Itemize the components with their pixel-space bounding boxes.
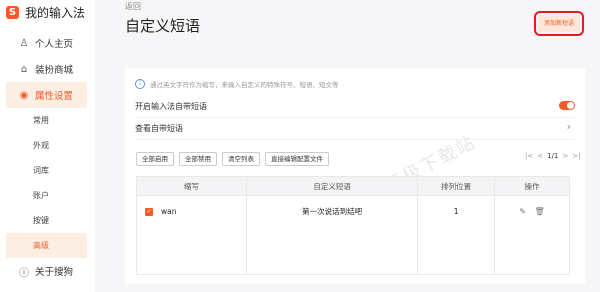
sidebar-subitem-account[interactable]: 账户 <box>0 183 95 208</box>
table-empty-area <box>135 226 571 275</box>
abbr-cell: ✓ wan <box>135 195 248 226</box>
action-buttons: 全部启用 全部禁用 清空列表 直接编辑配置文件 <box>136 152 329 166</box>
sidebar-item-store[interactable]: ⌂ 装扮商城 <box>0 56 95 82</box>
page-indicator: 1/1 <box>547 152 559 160</box>
sogou-logo-icon: S <box>6 6 19 19</box>
person-icon: ♙ <box>19 37 29 49</box>
sidebar: S 我的输入法 ♙ 个人主页 ⌂ 装扮商城 ◉ 属性设置 常用 外观 词库 账户… <box>0 0 95 292</box>
sidebar-item-label: 个人主页 <box>35 39 74 50</box>
sidebar-nav: ♙ 个人主页 ⌂ 装扮商城 ◉ 属性设置 常用 外观 词库 账户 按键 高级 ⓘ… <box>0 30 95 284</box>
hint-label: 通过英文字符作为缩写，来输入自定义的特殊符号、短语、短文等 <box>150 81 339 89</box>
phrase-cell: 第一次说话到结吧 <box>246 195 419 226</box>
column-header-position: 排列位置 <box>417 176 495 196</box>
sidebar-item-label: 关于搜狗 <box>35 267 74 278</box>
trash-icon[interactable]: 🗑 <box>534 207 544 216</box>
column-header-phrase: 自定义短语 <box>246 176 419 196</box>
add-phrase-button[interactable]: 添加新短语 <box>534 11 584 36</box>
enable-all-button[interactable]: 全部启用 <box>136 152 174 166</box>
info-icon: ⓘ <box>19 267 29 279</box>
sidebar-subitem-keys[interactable]: 按键 <box>0 208 95 233</box>
sidebar-item-label: 属性设置 <box>35 91 74 102</box>
brand: S 我的输入法 <box>6 4 85 21</box>
sidebar-subitem-dictionary[interactable]: 词库 <box>0 158 95 183</box>
sidebar-item-profile[interactable]: ♙ 个人主页 <box>0 30 95 56</box>
clear-list-button[interactable]: 清空列表 <box>222 152 260 166</box>
last-page-icon[interactable]: >| <box>572 152 580 160</box>
sidebar-subitem-common[interactable]: 常用 <box>0 108 95 133</box>
app-title: 我的输入法 <box>25 6 86 20</box>
disable-all-button[interactable]: 全部禁用 <box>179 152 217 166</box>
hint-text: i 通过英文字符作为缩写，来输入自定义的特殊符号、短语、短文等 <box>135 79 339 89</box>
enable-builtin-label: 开启输入法自带短语 <box>135 101 207 111</box>
prev-page-icon[interactable]: < <box>537 152 543 160</box>
main-content: 返回 自定义短语 添加新短语 i 通过英文字符作为缩写，来输入自定义的特殊符号、… <box>95 0 600 292</box>
enable-builtin-toggle[interactable] <box>559 101 575 110</box>
row-checkbox[interactable]: ✓ <box>145 207 153 216</box>
sidebar-subitem-advanced[interactable]: 高级 <box>6 233 87 258</box>
back-link[interactable]: 返回 <box>125 1 141 12</box>
shirt-icon: ⌂ <box>20 63 28 75</box>
edit-config-button[interactable]: 直接编辑配置文件 <box>265 152 329 166</box>
pager: |< < 1/1 > >| <box>525 152 580 160</box>
column-header-abbr: 缩写 <box>135 176 248 196</box>
page-title: 自定义短语 <box>125 17 201 35</box>
sidebar-item-settings[interactable]: ◉ 属性设置 <box>6 82 87 108</box>
actions-cell: ✎ 🗑 <box>493 195 571 226</box>
edit-icon[interactable]: ✎ <box>519 207 526 216</box>
phrase-table: 缩写 自定义短语 排列位置 操作 ✓ wan 第一次说话到结吧 1 ✎ 🗑 <box>135 176 571 275</box>
sidebar-subitem-appearance[interactable]: 外观 <box>0 133 95 158</box>
table-header-row: 缩写 自定义短语 排列位置 操作 <box>135 176 571 196</box>
phrase-panel: i 通过英文字符作为缩写，来输入自定义的特殊符号、短语、短文等 开启输入法自带短… <box>125 68 585 284</box>
column-header-actions: 操作 <box>493 176 571 196</box>
view-builtin-label: 查看自带短语 <box>135 123 183 133</box>
position-cell: 1 <box>417 195 495 226</box>
sidebar-item-label: 装扮商城 <box>35 65 74 76</box>
first-page-icon[interactable]: |< <box>525 152 533 160</box>
abbr-value: wan <box>161 206 177 216</box>
info-icon: i <box>135 79 145 89</box>
enable-builtin-row: 开启输入法自带短语 <box>135 95 575 118</box>
settings-icon: ◉ <box>19 89 29 101</box>
next-page-icon[interactable]: > <box>562 152 568 160</box>
table-row: ✓ wan 第一次说话到结吧 1 ✎ 🗑 <box>135 195 571 226</box>
sidebar-item-about[interactable]: ⓘ 关于搜狗 <box>0 258 95 284</box>
view-builtin-row[interactable]: 查看自带短语 › <box>135 117 575 140</box>
chevron-right-icon: › <box>566 120 571 133</box>
